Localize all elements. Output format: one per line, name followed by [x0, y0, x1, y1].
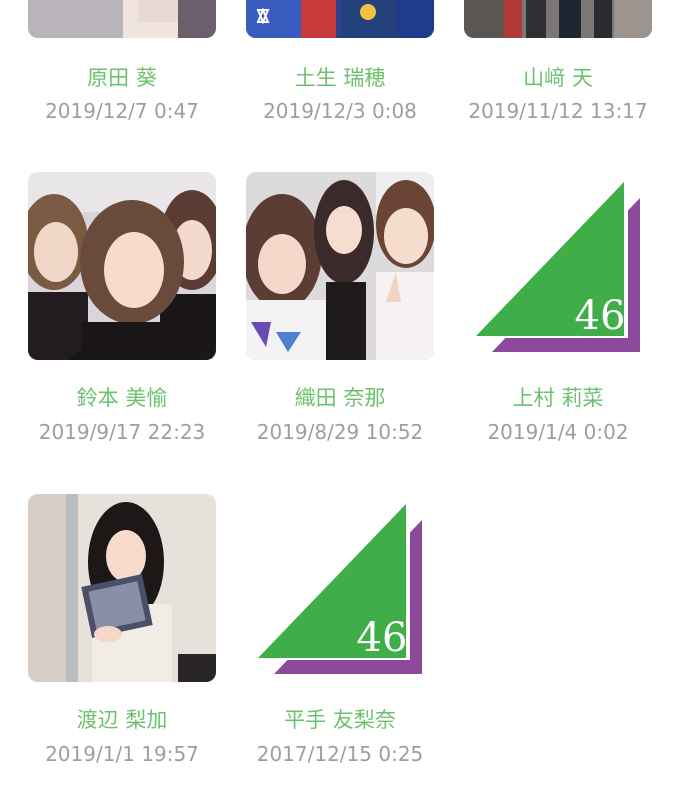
member-card[interactable]: 46 平手 友梨奈 2017/12/15 0:25 — [246, 494, 434, 766]
post-date: 2019/12/3 0:08 — [263, 99, 417, 123]
member-photo[interactable] — [28, 0, 216, 38]
post-date: 2019/1/1 19:57 — [45, 742, 199, 766]
member-photo[interactable] — [28, 494, 216, 682]
member-grid: 原田 葵 2019/12/7 0:47 土生 瑞穂 2019/12/3 0:08 — [0, 0, 680, 786]
member-name: 渡辺 梨加 — [76, 708, 168, 732]
post-date: 2019/1/4 0:02 — [487, 420, 629, 444]
member-photo[interactable] — [246, 172, 434, 360]
member-name: 原田 葵 — [87, 66, 157, 90]
member-card[interactable]: 鈴本 美愉 2019/9/17 22:23 — [28, 172, 216, 444]
member-card[interactable]: 46 上村 莉菜 2019/1/4 0:02 — [464, 172, 652, 444]
member-card[interactable]: 織田 奈那 2019/8/29 10:52 — [246, 172, 434, 444]
member-photo[interactable] — [464, 0, 652, 38]
logo-text: 46 — [575, 293, 626, 339]
member-photo[interactable] — [28, 172, 216, 360]
member-card[interactable]: 原田 葵 2019/12/7 0:47 — [28, 0, 216, 123]
post-date: 2019/9/17 22:23 — [38, 420, 206, 444]
keyakizaka-logo-icon[interactable]: 46 — [464, 172, 652, 360]
member-name: 織田 奈那 — [294, 386, 386, 410]
member-card[interactable]: 山﨑 天 2019/11/12 13:17 — [464, 0, 652, 123]
member-name: 平手 友梨奈 — [284, 708, 396, 732]
member-photo[interactable] — [246, 0, 434, 38]
logo-text: 46 — [357, 615, 408, 661]
post-date: 2019/8/29 10:52 — [256, 420, 424, 444]
member-name: 鈴本 美愉 — [76, 386, 168, 410]
post-date: 2019/12/7 0:47 — [45, 99, 199, 123]
keyakizaka-logo-icon[interactable]: 46 — [246, 494, 434, 682]
member-card[interactable]: 土生 瑞穂 2019/12/3 0:08 — [246, 0, 434, 123]
member-name: 上村 莉菜 — [512, 386, 604, 410]
post-date: 2019/11/12 13:17 — [468, 99, 648, 123]
member-name: 土生 瑞穂 — [294, 66, 386, 90]
member-card[interactable]: 渡辺 梨加 2019/1/1 19:57 — [28, 494, 216, 766]
post-date: 2017/12/15 0:25 — [256, 742, 424, 766]
member-name: 山﨑 天 — [523, 66, 593, 90]
